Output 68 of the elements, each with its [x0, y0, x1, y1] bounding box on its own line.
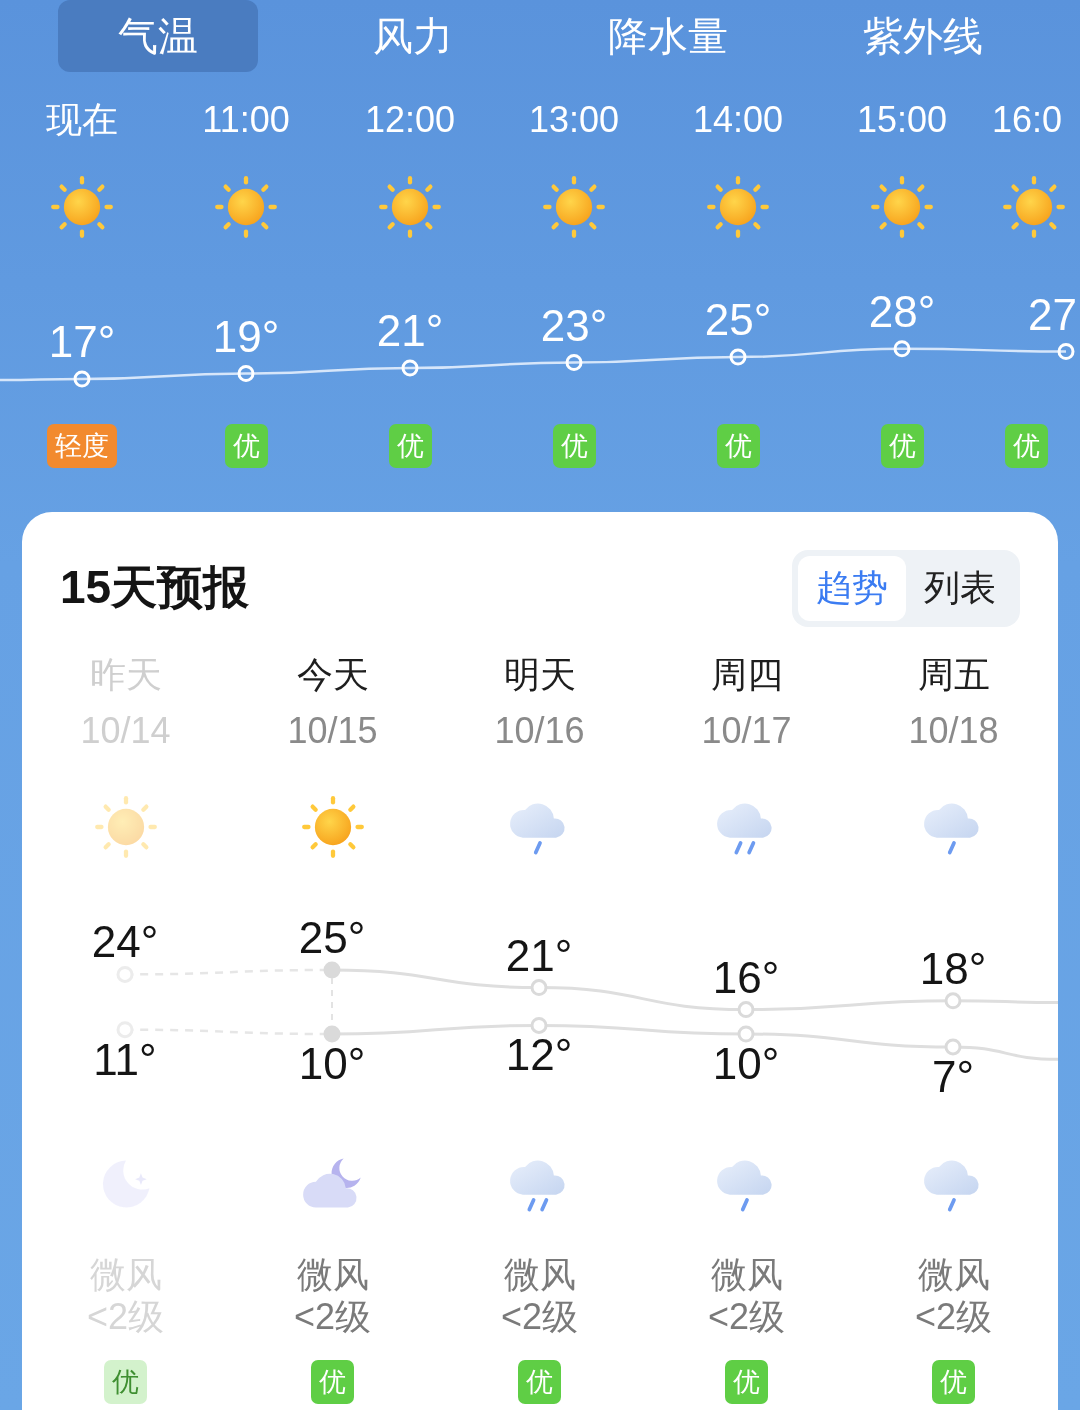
wind-level: <2级: [707, 1296, 785, 1338]
high-temperature-label: 24°: [90, 916, 160, 969]
air-quality-badge: 优: [1005, 424, 1048, 468]
wind-level: <2级: [293, 1296, 371, 1338]
high-temperature-label: 18°: [918, 942, 988, 995]
view-tab[interactable]: 趋势: [798, 555, 906, 621]
air-quality-badge: 优: [224, 424, 268, 468]
day-name: 周五: [917, 652, 990, 697]
wind-label: 微风: [296, 1254, 369, 1296]
wind-level: <2级: [500, 1296, 578, 1338]
low-temperature-label: 12°: [504, 1029, 574, 1082]
day-name: 周四: [710, 652, 783, 697]
hour-label: 15:00: [856, 98, 948, 142]
hour-label: 11:00: [202, 98, 290, 142]
day-date: 10/15: [287, 710, 378, 752]
view-tab[interactable]: 列表: [906, 555, 1014, 621]
temperature-label: 23°: [539, 300, 609, 351]
air-quality-badge: 优: [932, 1360, 975, 1404]
air-quality-badge: 轻度: [47, 424, 117, 468]
sun-icon: [214, 175, 278, 239]
air-quality-badge: 优: [388, 424, 432, 468]
hour-label: 现在: [46, 98, 118, 142]
low-temperature-label: 7°: [930, 1050, 976, 1103]
hour-label: 13:00: [528, 98, 620, 142]
air-quality-badge: 优: [552, 424, 596, 468]
day-name: 今天: [296, 652, 369, 697]
tab[interactable]: 风力: [312, 0, 513, 72]
high-temperature-label: 21°: [504, 929, 574, 982]
day-name: 明天: [503, 652, 576, 697]
wind-label: 微风: [917, 1254, 990, 1296]
tab[interactable]: 降水量: [567, 0, 768, 72]
sun-icon: [50, 175, 114, 239]
temperature-label: 17°: [47, 317, 117, 367]
air-quality-badge: 优: [518, 1360, 561, 1404]
air-quality-badge: 优: [716, 424, 760, 468]
temperature-label: 27: [1028, 289, 1077, 340]
sun-icon: [542, 175, 606, 239]
sun-icon: [378, 175, 442, 239]
hour-label: 16:0: [992, 98, 1063, 142]
low-temperature-label: 10°: [711, 1038, 781, 1090]
temperature-label: 25°: [703, 295, 773, 345]
low-temperature-label: 10°: [297, 1038, 367, 1090]
temperature-label: 28°: [867, 286, 937, 337]
high-temperature-label: 16°: [711, 951, 781, 1004]
temperature-label: 19°: [211, 311, 281, 362]
hour-label: 14:00: [692, 98, 784, 142]
sun-icon: [870, 175, 934, 239]
air-quality-badge: 优: [725, 1360, 768, 1404]
wind-level: <2级: [914, 1296, 992, 1338]
sun-icon: [300, 795, 365, 859]
air-quality-badge: 优: [880, 424, 924, 468]
day-date: 10/18: [908, 710, 999, 752]
sun-icon: [1002, 175, 1066, 239]
high-temperature-label: 25°: [297, 912, 367, 964]
day-date: 10/17: [701, 710, 792, 752]
tab[interactable]: 紫外线: [822, 0, 1023, 72]
hour-label: 12:00: [364, 98, 456, 142]
air-quality-badge: 优: [104, 1360, 147, 1404]
sun-icon: [93, 795, 158, 859]
wind-label: 微风: [710, 1254, 783, 1296]
day-date: 10/16: [494, 710, 585, 752]
temperature-label: 21°: [375, 306, 445, 356]
sun-icon: [706, 175, 770, 239]
wind-label: 微风: [503, 1254, 576, 1296]
tab[interactable]: 气温: [57, 0, 258, 72]
forecast-title: 15天预报: [60, 560, 250, 615]
air-quality-badge: 优: [311, 1360, 354, 1404]
low-temperature-label: 11°: [92, 1033, 158, 1086]
